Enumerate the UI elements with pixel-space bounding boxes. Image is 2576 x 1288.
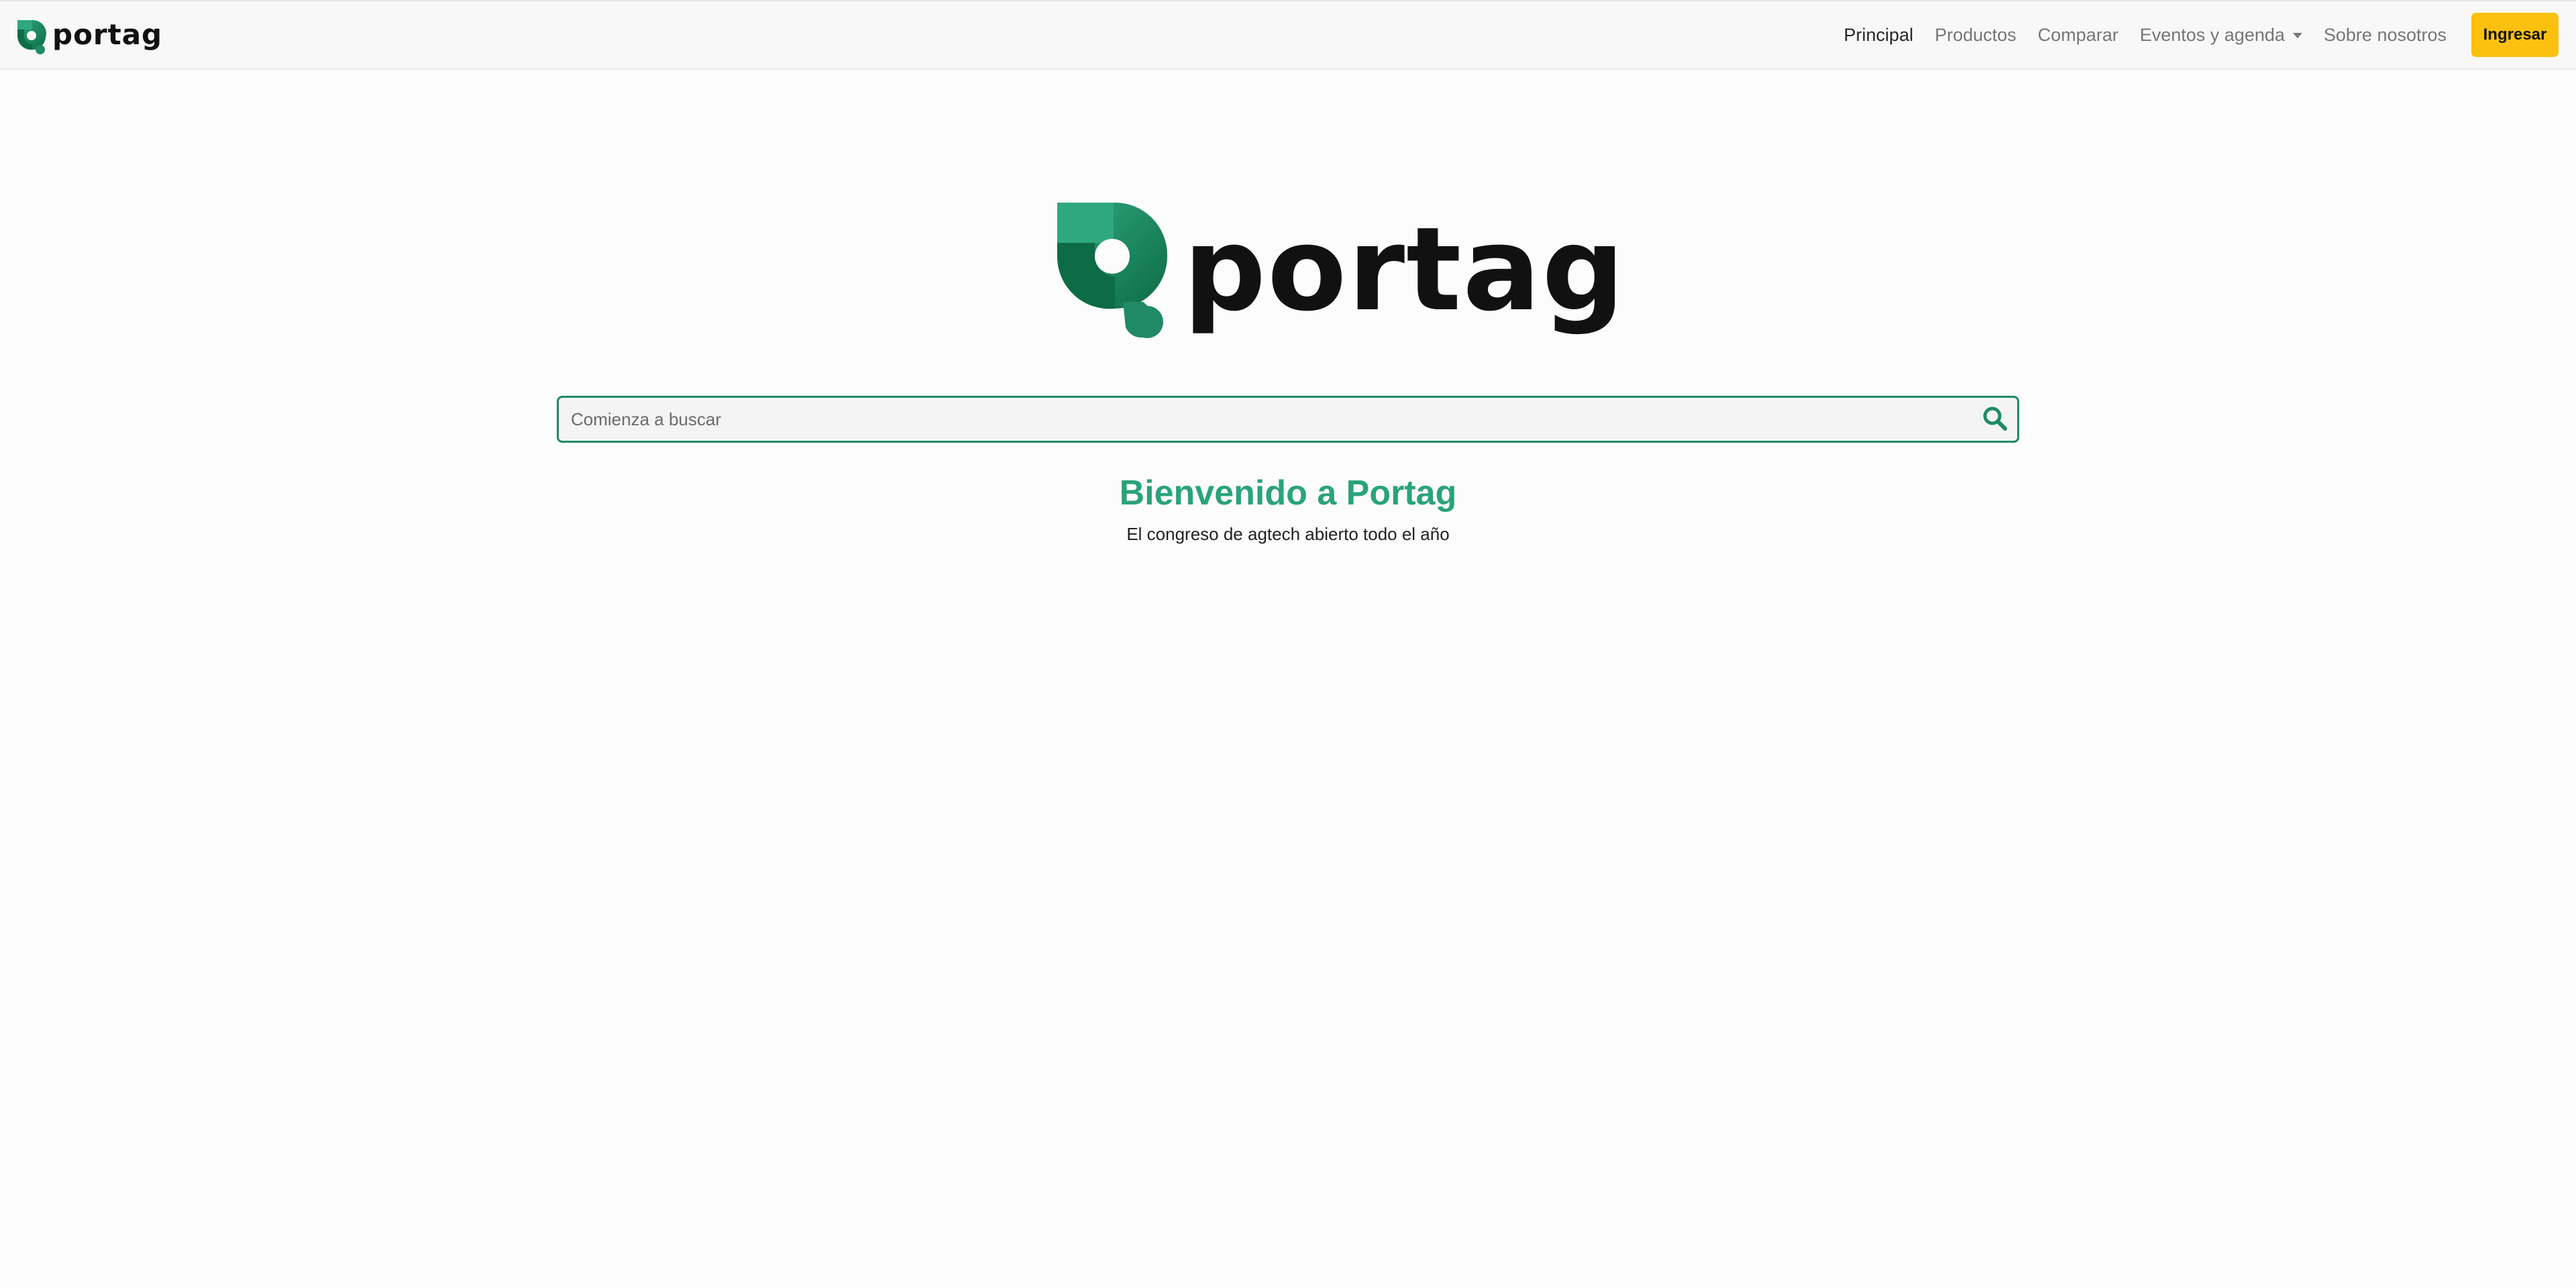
- nav-item-eventos-label: Eventos y agenda: [2139, 24, 2285, 45]
- nav-item-productos[interactable]: Productos: [1935, 25, 2017, 46]
- search-bar: [557, 396, 2019, 443]
- hero-wordmark: portag: [1183, 202, 1626, 337]
- welcome-title: Bienvenido a Portag: [1119, 474, 1457, 513]
- nav-item-principal[interactable]: Principal: [1844, 25, 1914, 46]
- nav-item-eventos-y-agenda[interactable]: Eventos y agenda: [2140, 25, 2302, 46]
- portag-logo-mark-icon: [1057, 203, 1168, 338]
- nav-item-comparar[interactable]: Comparar: [2038, 25, 2118, 46]
- brand-logo-link[interactable]: portag: [16, 18, 163, 55]
- login-button[interactable]: Ingresar: [2471, 13, 2559, 57]
- top-navbar: portag Principal Productos Comparar Even…: [0, 0, 2576, 70]
- welcome-subtitle: El congreso de agtech abierto todo el añ…: [1126, 524, 1450, 544]
- chevron-down-icon: [2292, 33, 2302, 38]
- portag-logo-icon: [17, 20, 46, 54]
- brand-wordmark: portag: [52, 18, 163, 51]
- nav-item-sobre-nosotros[interactable]: Sobre nosotros: [2324, 25, 2447, 46]
- search-icon[interactable]: [1982, 406, 2008, 431]
- hero-logo: portag: [1056, 201, 1625, 339]
- search-input[interactable]: [559, 398, 1981, 441]
- nav-links: Principal Productos Comparar Eventos y a…: [1844, 1, 2576, 68]
